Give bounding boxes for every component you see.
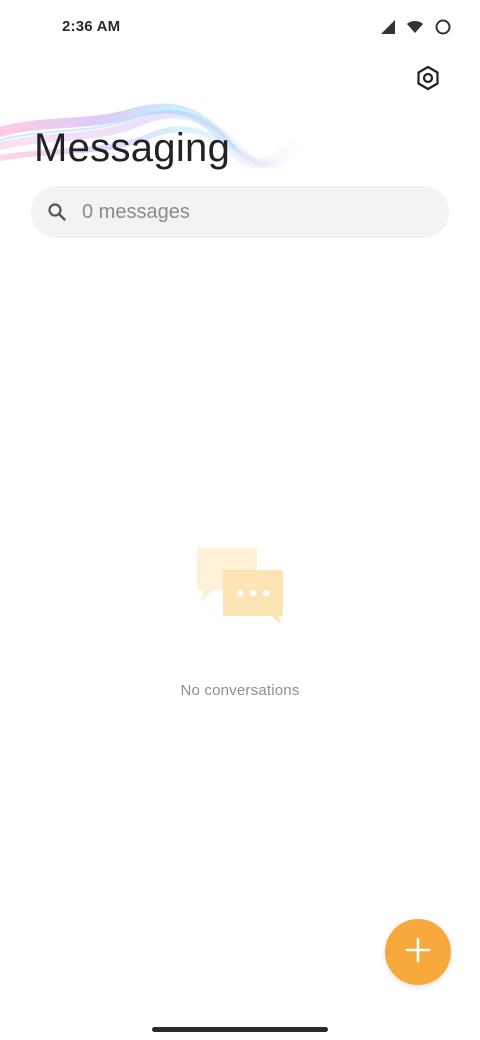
settings-button[interactable] <box>410 62 446 98</box>
settings-hexagon-icon <box>415 65 441 96</box>
status-bar: 2:36 AM <box>0 0 480 56</box>
status-time: 2:36 AM <box>62 18 121 35</box>
page-title: Messaging <box>34 126 231 170</box>
messaging-screen: 2:36 AM Messaging 0 messages No conversa… <box>0 0 480 1040</box>
search-placeholder: 0 messages <box>82 200 190 223</box>
status-icons <box>380 18 452 36</box>
cellular-signal-icon <box>380 18 396 36</box>
wifi-icon <box>406 18 424 36</box>
empty-state-text: No conversations <box>180 682 300 699</box>
home-indicator[interactable] <box>152 1027 328 1032</box>
battery-circle-icon <box>434 18 452 36</box>
new-conversation-button[interactable] <box>385 919 451 985</box>
chat-bubbles-icon <box>195 546 287 626</box>
search-icon <box>46 201 68 223</box>
search-input[interactable]: 0 messages <box>31 186 449 238</box>
plus-icon <box>404 936 432 969</box>
title-area: Messaging <box>0 100 320 180</box>
